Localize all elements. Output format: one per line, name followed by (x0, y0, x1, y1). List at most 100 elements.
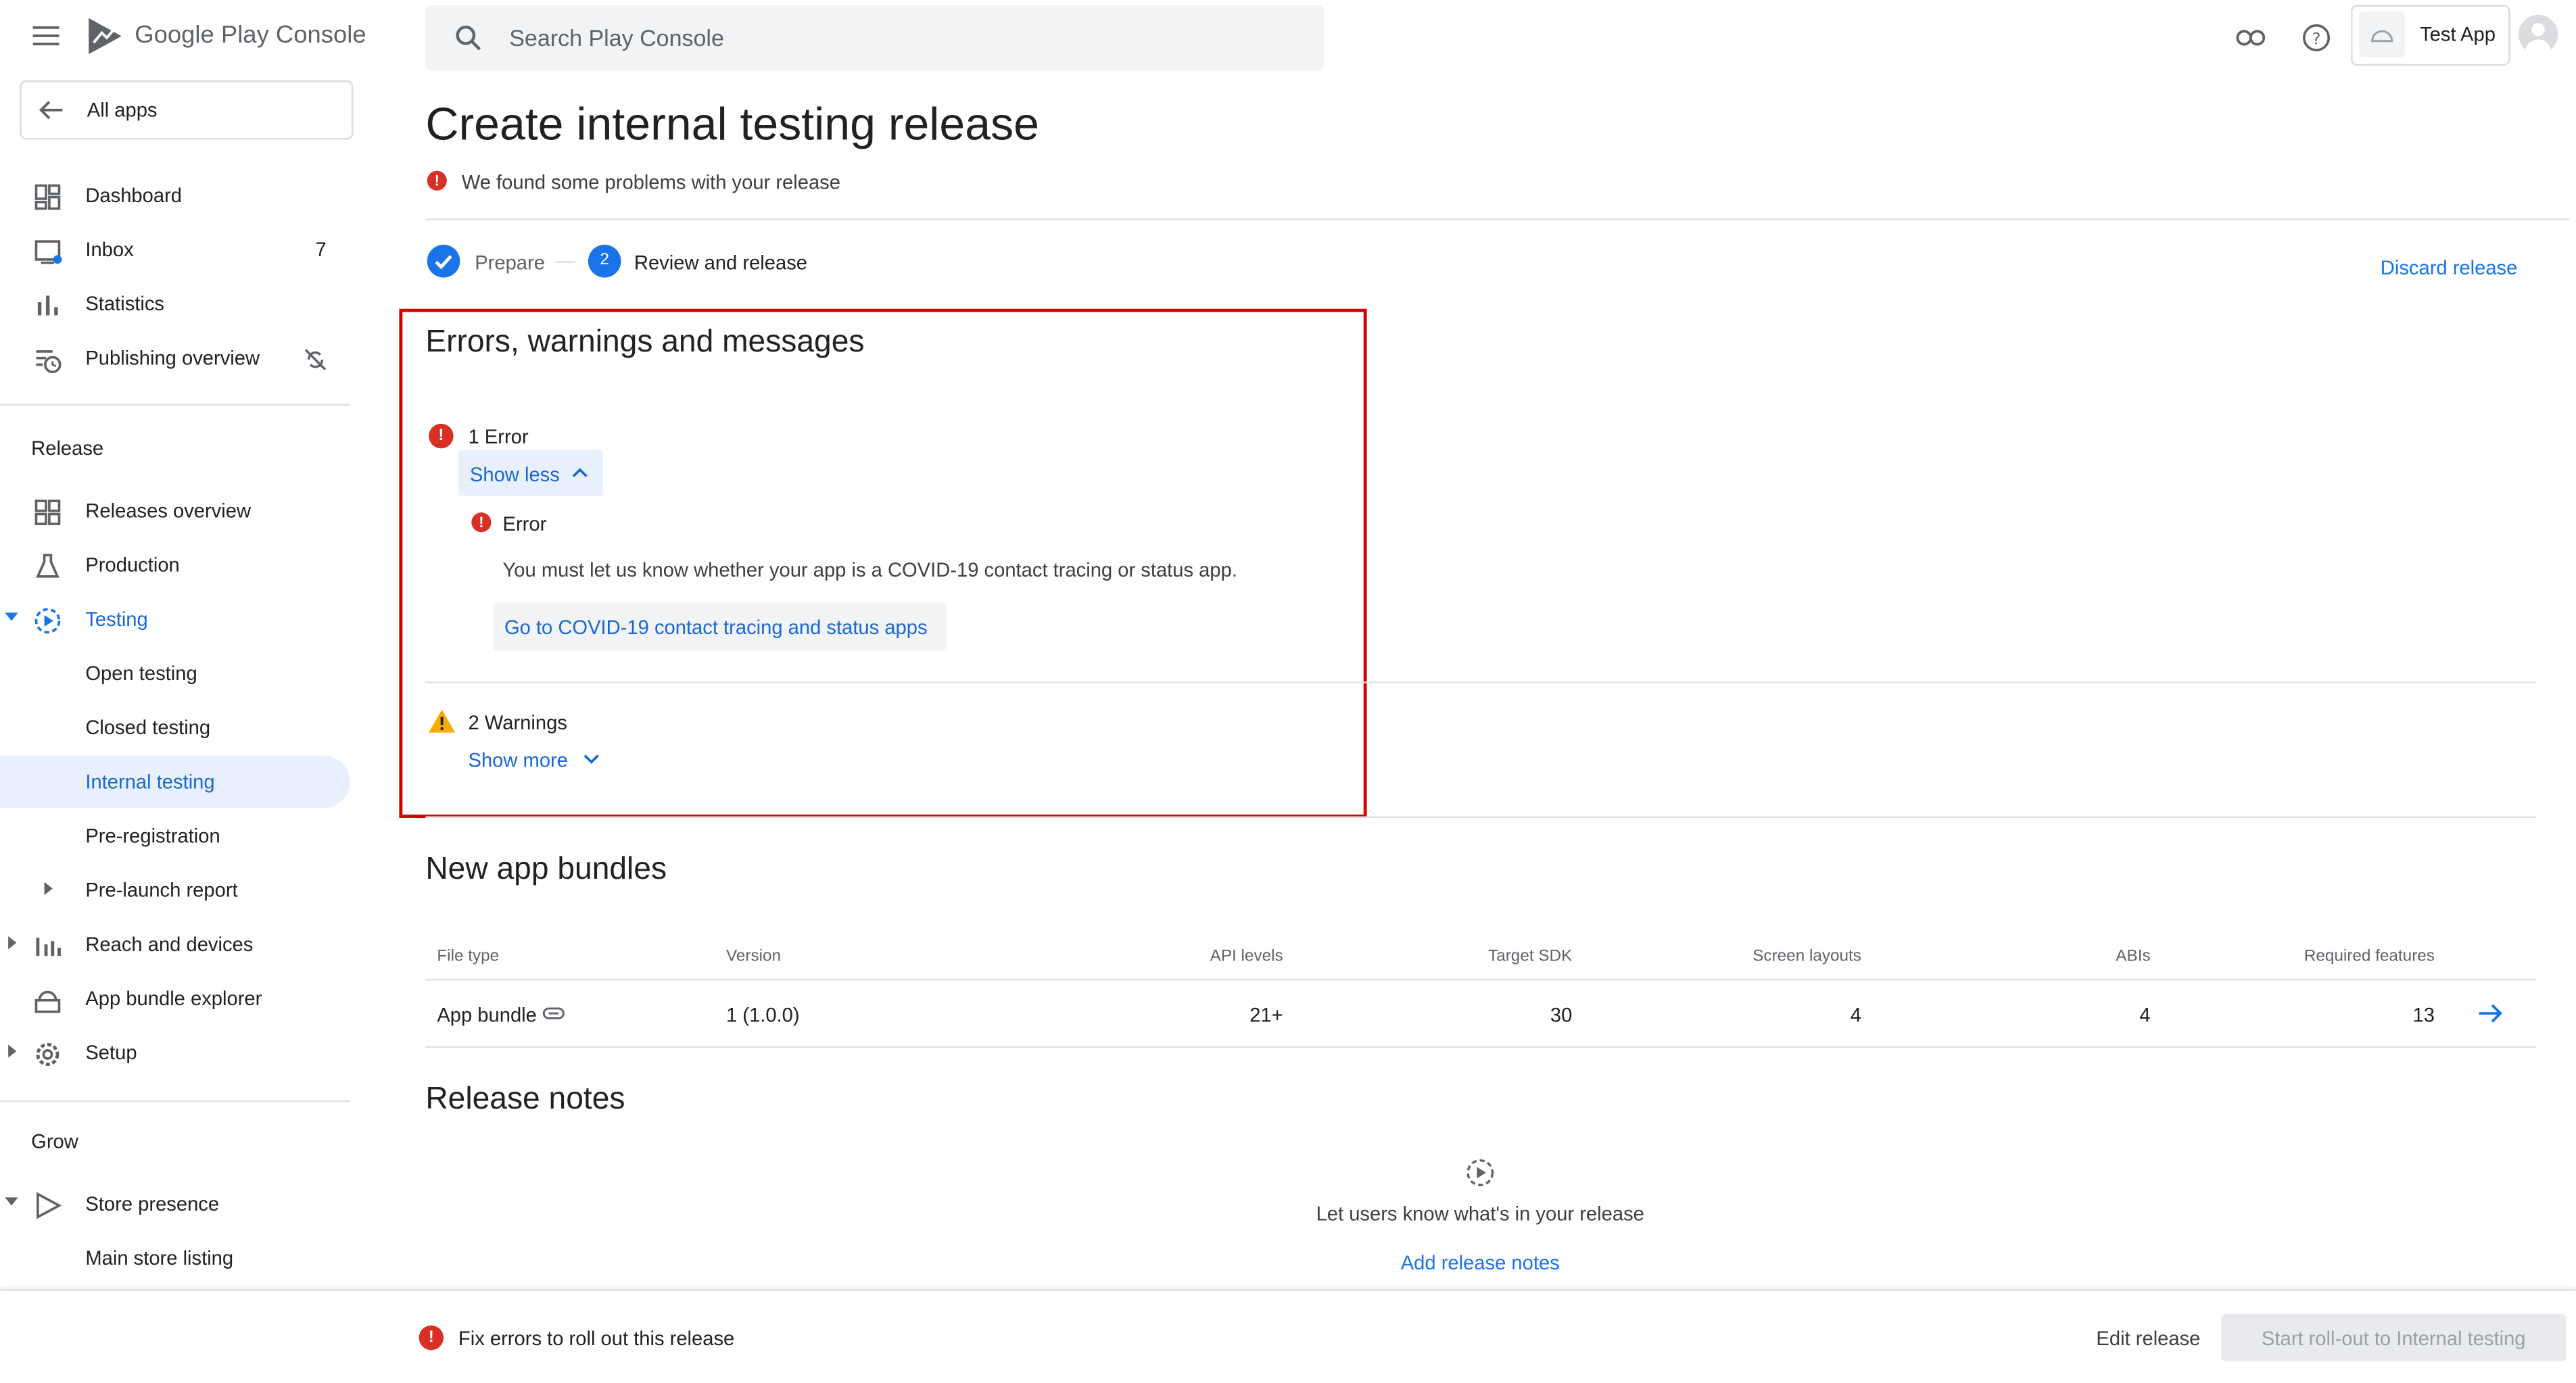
testing-icon (34, 608, 61, 634)
expand-arrow-icon[interactable] (5, 1197, 18, 1206)
column-header: Version (725, 947, 782, 966)
dashboard-icon (34, 184, 61, 210)
expand-arrow-icon[interactable] (8, 1044, 17, 1058)
all-apps-label: All apps (87, 98, 158, 122)
arrow-forward-icon[interactable] (2477, 1002, 2504, 1025)
app-name: Test App (2420, 23, 2496, 47)
sidebar-item-pre-launch-report[interactable]: Pre-launch report (0, 864, 350, 917)
search-placeholder: Search Play Console (509, 24, 724, 51)
step-connector (555, 261, 575, 263)
required-features-cell: 13 (2412, 1003, 2435, 1027)
step-label: Prepare (475, 251, 545, 274)
avatar-icon (2525, 23, 2552, 55)
covid-apps-link-label: Go to COVID-19 contact tracing and statu… (504, 616, 928, 639)
show-less-button[interactable]: Show less (458, 450, 603, 496)
sidebar-item-label: Production (85, 553, 180, 577)
start-rollout-button[interactable]: Start roll-out to Internal testing (2221, 1313, 2567, 1362)
footer-bar: ! Fix errors to roll out this release Ed… (0, 1289, 2576, 1383)
sidebar-item-label: Releases overview (85, 499, 252, 523)
sidebar-item-label: Inbox (85, 238, 134, 262)
step-prepare[interactable]: Prepare (427, 245, 558, 278)
expand-arrow-icon[interactable] (5, 612, 18, 621)
sidebar-item-label: Setup (85, 1041, 137, 1065)
help-icon[interactable]: ? (2301, 23, 2331, 53)
avatar[interactable] (2518, 14, 2558, 55)
android-icon (2371, 30, 2393, 43)
sidebar-item-inbox[interactable]: Inbox 7 (0, 223, 350, 276)
sidebar-item-label: Pre-launch report (85, 878, 238, 902)
play-console-logo[interactable]: Google Play Console (85, 16, 366, 59)
error-count: 1 Error (468, 425, 529, 449)
warning-icon (429, 709, 456, 733)
sidebar-section-grow: Grow (31, 1130, 78, 1153)
expand-arrow-icon[interactable] (8, 936, 17, 950)
sidebar-item-reach-and-devices[interactable]: Reach and devices (0, 918, 350, 971)
sidebar-item-label: Publishing overview (85, 346, 260, 370)
app-bundle-icon (34, 990, 61, 1013)
show-more-label: Show more (468, 748, 568, 773)
version-cell: 1 (1.0.0) (725, 1003, 800, 1027)
sidebar-item-label: Reach and devices (85, 933, 254, 956)
column-header: File type (437, 947, 500, 966)
discard-release-link[interactable]: Discard release (2381, 256, 2518, 279)
link-icon[interactable] (2236, 24, 2266, 51)
sidebar-item-pre-registration[interactable]: Pre-registration (0, 810, 350, 863)
sidebar-divider (0, 404, 350, 406)
section-divider (425, 816, 2537, 819)
column-header: Screen layouts (1752, 947, 1861, 966)
sidebar-divider (0, 1100, 350, 1102)
show-more-button[interactable]: Show more (460, 737, 608, 780)
sidebar-item-label: Pre-registration (85, 824, 220, 848)
search-bar[interactable]: Search Play Console (425, 5, 1325, 71)
error-icon: ! (427, 170, 447, 191)
production-icon (36, 554, 59, 578)
column-header: ABIs (2116, 947, 2151, 966)
sidebar-item-label: App bundle explorer (85, 987, 262, 1011)
error-icon: ! (429, 423, 454, 449)
sidebar-item-closed-testing[interactable]: Closed testing (0, 702, 350, 754)
start-rollout-label: Start roll-out to Internal testing (2261, 1327, 2526, 1351)
error-message: You must let us know whether your app is… (502, 558, 1237, 582)
app-thumbnail (2359, 11, 2406, 58)
sidebar-item-label: Dashboard (85, 184, 183, 208)
sidebar-item-label: Closed testing (85, 716, 211, 739)
bar-chart-icon (37, 295, 58, 316)
sidebar-item-store-presence[interactable]: Store presence (0, 1178, 350, 1230)
app-switcher[interactable]: Test App (2351, 5, 2510, 66)
svg-text:?: ? (2312, 29, 2321, 49)
edit-release-button[interactable]: Edit release (2096, 1327, 2200, 1350)
sidebar-item-statistics[interactable]: Statistics (0, 278, 350, 331)
sidebar-item-dashboard[interactable]: Dashboard (0, 169, 350, 222)
sidebar-item-testing[interactable]: Testing (0, 593, 350, 646)
sidebar-item-label: Store presence (85, 1192, 220, 1216)
sidebar-item-label: Testing (85, 608, 148, 631)
step-review-and-release[interactable]: 2 Review and release (588, 245, 818, 278)
sidebar-item-open-testing[interactable]: Open testing (0, 647, 350, 700)
column-header: API levels (1210, 947, 1283, 966)
show-less-label: Show less (469, 463, 560, 487)
attachment-icon (542, 1007, 565, 1019)
sidebar-item-publishing-overview[interactable]: Publishing overview (0, 332, 350, 385)
menu-icon[interactable] (32, 24, 63, 47)
sidebar-item-label: Main store listing (85, 1246, 234, 1270)
screen-layouts-cell: 4 (1850, 1003, 1861, 1027)
sidebar-item-setup[interactable]: Setup (0, 1027, 350, 1079)
release-notes-icon (1466, 1159, 1494, 1186)
sidebar-item-main-store-listing[interactable]: Main store listing (0, 1232, 350, 1284)
sidebar-item-production[interactable]: Production (0, 539, 350, 591)
publishing-icon (36, 350, 62, 374)
logo-text: Google Play Console (135, 21, 366, 49)
covid-apps-link-button[interactable]: Go to COVID-19 contact tracing and statu… (492, 602, 947, 651)
check-circle-icon (427, 245, 460, 278)
all-apps-button[interactable]: All apps (20, 80, 354, 140)
abis-cell: 4 (2139, 1003, 2151, 1027)
sidebar-item-app-bundle-explorer[interactable]: App bundle explorer (0, 972, 350, 1025)
header-divider (425, 218, 2570, 220)
store-presence-icon (37, 1192, 62, 1219)
sidebar-item-label: Statistics (85, 292, 165, 316)
sidebar-item-internal-testing[interactable]: Internal testing (0, 755, 350, 808)
sidebar-item-releases-overview[interactable]: Releases overview (0, 485, 350, 537)
expand-arrow-icon[interactable] (44, 881, 53, 896)
add-release-notes-link[interactable]: Add release notes (1150, 1252, 1811, 1275)
warnings-count: 2 Warnings (468, 711, 567, 735)
